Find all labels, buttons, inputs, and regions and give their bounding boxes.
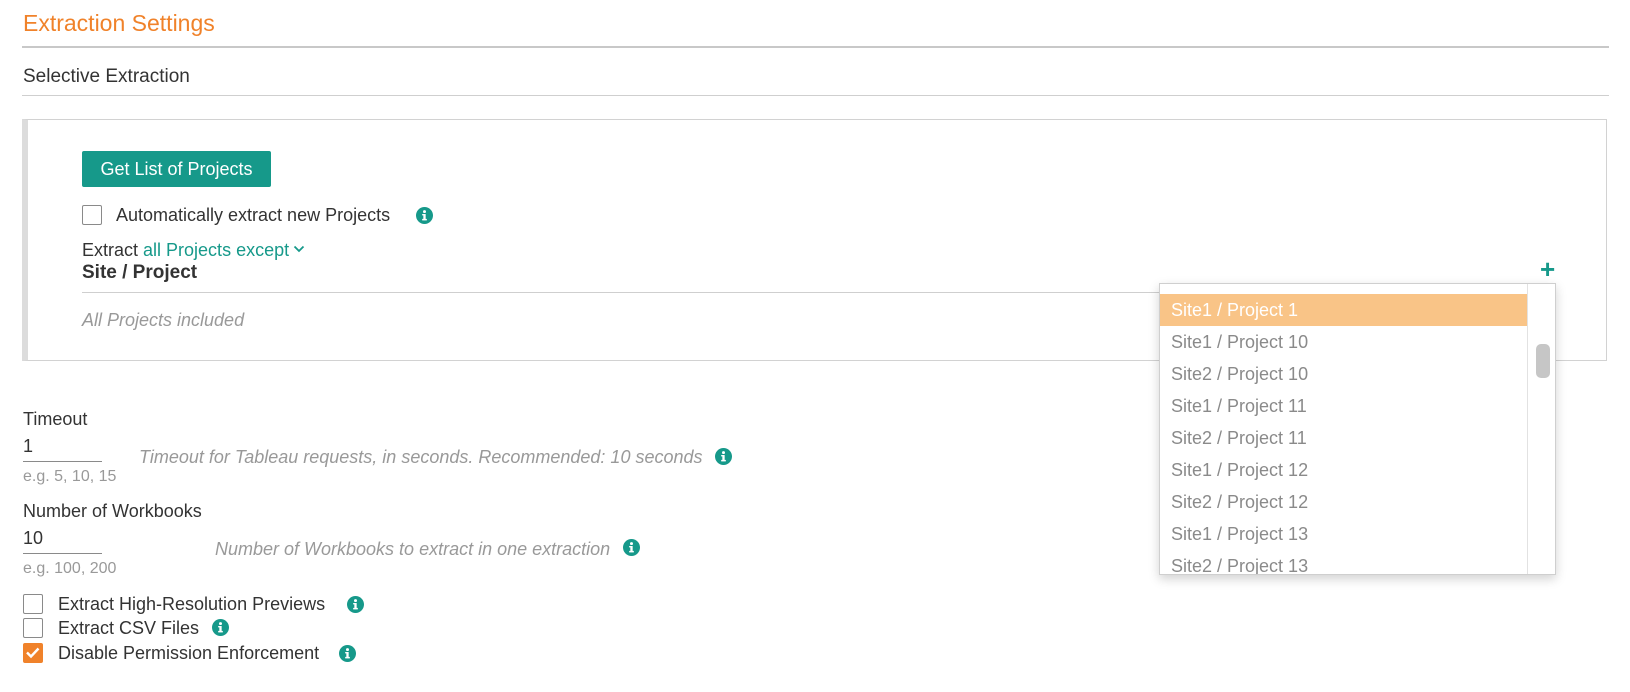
- site-project-column-header: Site / Project: [82, 262, 198, 283]
- list-item[interactable]: Site1 / Project 11: [1160, 390, 1527, 422]
- workbooks-description: Number of Workbooks to extract in one ex…: [215, 539, 611, 559]
- info-icon[interactable]: [347, 596, 364, 613]
- scrollbar-thumb[interactable]: [1536, 344, 1550, 378]
- list-item[interactable]: Site2 / Project 13: [1160, 550, 1527, 574]
- workbooks-hint: e.g. 100, 200: [23, 560, 117, 577]
- column-divider: [82, 292, 1162, 293]
- chevron-down-icon: [293, 245, 305, 253]
- high-resolution-previews-label: Extract High-Resolution Previews: [58, 594, 326, 614]
- workbooks-input[interactable]: [23, 528, 102, 554]
- get-list-of-projects-button[interactable]: Get List of Projects: [82, 151, 271, 187]
- workbooks-label: Number of Workbooks: [23, 501, 202, 521]
- section-divider: [22, 95, 1609, 96]
- project-dropdown-list[interactable]: Site1 / Project 1 Site1 / Project 1 Site…: [1159, 283, 1556, 575]
- info-icon[interactable]: [715, 448, 732, 465]
- disable-permission-enforcement-label: Disable Permission Enforcement: [58, 643, 320, 663]
- extract-prefix: Extract: [82, 240, 139, 260]
- extract-mode-dropdown[interactable]: all Projects except: [143, 240, 305, 260]
- list-item[interactable]: Site1 / Project 12: [1160, 454, 1527, 486]
- extract-csv-files-checkbox[interactable]: [23, 618, 43, 638]
- timeout-label: Timeout: [23, 409, 88, 429]
- list-item[interactable]: Site1 / Project 10: [1160, 326, 1527, 358]
- dropdown-items: Site1 / Project 1 Site1 / Project 1 Site…: [1160, 284, 1528, 574]
- dropdown-scrollbar[interactable]: [1528, 284, 1555, 574]
- auto-extract-label: Automatically extract new Projects: [116, 205, 391, 225]
- list-item[interactable]: Site1 / Project 1: [1160, 294, 1527, 326]
- plus-icon[interactable]: +: [1540, 256, 1555, 282]
- page-title: Extraction Settings: [23, 10, 215, 36]
- section-title: Selective Extraction: [23, 66, 190, 87]
- extract-mode-row: Extract all Projects except: [82, 240, 305, 261]
- extract-csv-files-label: Extract CSV Files: [58, 618, 200, 638]
- list-item[interactable]: Site2 / Project 10: [1160, 358, 1527, 390]
- title-divider: [22, 46, 1609, 48]
- auto-extract-checkbox[interactable]: [82, 205, 102, 225]
- info-icon[interactable]: [623, 539, 640, 556]
- info-icon[interactable]: [339, 645, 356, 662]
- timeout-hint: e.g. 5, 10, 15: [23, 468, 117, 485]
- timeout-input[interactable]: [23, 436, 102, 462]
- timeout-description: Timeout for Tableau requests, in seconds…: [139, 447, 703, 467]
- info-icon[interactable]: [416, 207, 433, 224]
- high-resolution-previews-checkbox[interactable]: [23, 594, 43, 614]
- info-icon[interactable]: [212, 619, 229, 636]
- checkmark-icon: [26, 647, 40, 659]
- disable-permission-enforcement-checkbox[interactable]: [23, 643, 43, 663]
- list-item[interactable]: Site2 / Project 11: [1160, 422, 1527, 454]
- empty-projects-note: All Projects included: [82, 310, 245, 330]
- extract-mode-label: all Projects except: [143, 240, 290, 260]
- list-item[interactable]: Site1 / Project 13: [1160, 518, 1527, 550]
- list-item[interactable]: Site2 / Project 12: [1160, 486, 1527, 518]
